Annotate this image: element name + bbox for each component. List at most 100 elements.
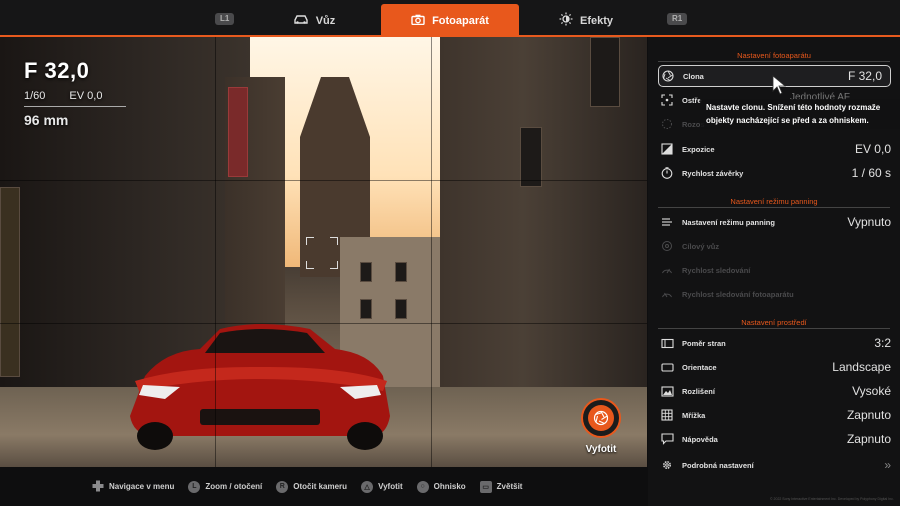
circle-button-icon: ○ xyxy=(416,480,429,493)
panning-icon xyxy=(658,215,676,229)
focal-length-readout: 96 mm xyxy=(24,112,69,128)
help-icon xyxy=(658,432,676,446)
setting-detailed[interactable]: Podrobná nastavení » xyxy=(658,454,891,476)
shutter-readout: 1/60 xyxy=(24,90,46,102)
hint-rotate-camera-label: Otočit kameru xyxy=(293,482,348,491)
sun-icon xyxy=(559,12,573,29)
setting-exposure-value: EV 0,0 xyxy=(854,142,891,156)
grid-line xyxy=(215,37,216,467)
camera-speed-icon xyxy=(658,287,676,301)
timer-icon xyxy=(658,166,676,180)
window xyxy=(360,299,372,319)
focus-icon xyxy=(658,93,676,107)
setting-aspect-ratio[interactable]: Poměr stran 3:2 xyxy=(658,332,891,354)
setting-grid-label: Mřížka xyxy=(682,410,706,420)
setting-shutter-speed-value: 1 / 60 s xyxy=(851,166,891,180)
setting-panning-mode-value: Vypnuto xyxy=(847,215,891,229)
help-tooltip: Nastavte clonu. Snížení této hodnoty roz… xyxy=(700,99,900,129)
grid-icon xyxy=(658,408,676,422)
setting-grid-value: Zapnuto xyxy=(846,408,891,422)
shutter-label: Vyfotit xyxy=(585,444,617,455)
hint-enlarge: ▭ Zvětšit xyxy=(479,480,523,493)
gear-icon xyxy=(658,458,676,472)
focus-reticle[interactable] xyxy=(306,237,338,269)
window xyxy=(395,299,407,319)
setting-aspect-ratio-label: Poměr stran xyxy=(682,338,726,348)
window xyxy=(590,37,620,107)
exposure-icon xyxy=(658,142,676,156)
setting-target-car[interactable]: Cílový vůz xyxy=(658,235,891,257)
setting-help[interactable]: Nápověda Zapnuto xyxy=(658,428,891,450)
grid-line xyxy=(431,37,432,467)
section-title-environment: Nastavení prostředí xyxy=(741,318,807,327)
grid-line xyxy=(0,323,647,324)
hint-enlarge-label: Zvětšit xyxy=(496,482,523,491)
hint-navigate-label: Navigace v menu xyxy=(109,482,175,491)
hint-rotate-camera: R Otočit kameru xyxy=(276,480,348,493)
r1-shoulder-hint[interactable]: R1 xyxy=(667,13,688,25)
camera-icon xyxy=(411,14,425,28)
tab-effects[interactable]: Efekty xyxy=(527,4,645,37)
divider xyxy=(658,328,890,329)
grid-line xyxy=(0,180,647,181)
tab-camera-label: Fotoaparát xyxy=(432,14,489,27)
setting-tracking-speed-label: Rychlost sledování xyxy=(682,265,751,275)
setting-exposure-label: Expozice xyxy=(682,144,715,154)
shutter-button[interactable] xyxy=(581,398,621,438)
aspect-ratio-icon xyxy=(658,336,676,350)
touchpad-icon: ▭ xyxy=(479,480,492,493)
setting-help-value: Zapnuto xyxy=(846,432,891,446)
setting-orientation-value: Landscape xyxy=(832,360,891,374)
aperture-shutter-icon xyxy=(588,405,614,431)
orientation-icon xyxy=(658,360,676,374)
divider xyxy=(658,207,890,208)
tab-car[interactable]: Vůz xyxy=(255,4,373,37)
hint-focus: ○ Ohnisko xyxy=(416,480,466,493)
setting-exposure[interactable]: Expozice EV 0,0 xyxy=(658,138,891,160)
section-title-camera: Nastavení fotoaparátu xyxy=(737,51,811,60)
aperture-readout: F 32,0 xyxy=(24,58,90,83)
hanging-banner xyxy=(228,87,248,177)
window xyxy=(360,262,372,282)
window xyxy=(520,127,542,187)
setting-resolution[interactable]: Rozlišení Vysoké xyxy=(658,380,891,402)
setting-resolution-value: Vysoké xyxy=(852,384,891,398)
divider xyxy=(658,61,890,62)
hint-zoom: L Zoom / otočení xyxy=(188,480,263,493)
dpad-icon xyxy=(92,480,104,494)
mouse-cursor-icon xyxy=(772,75,787,95)
setting-aperture-value: F 32,0 xyxy=(847,69,882,83)
resolution-icon xyxy=(658,384,676,398)
hint-navigate: Navigace v menu xyxy=(92,480,174,494)
hint-capture-label: Vyfotit xyxy=(378,482,403,491)
blur-icon xyxy=(658,117,676,131)
speed-icon xyxy=(658,263,676,277)
l1-shoulder-hint[interactable]: L1 xyxy=(215,13,235,25)
hint-capture: △ Vyfotit xyxy=(361,480,403,493)
hint-zoom-label: Zoom / otočení xyxy=(205,482,263,491)
setting-tracking-speed[interactable]: Rychlost sledování xyxy=(658,259,891,281)
controls-hint-bar: Navigace v menu L Zoom / otočení R Otoči… xyxy=(0,467,648,506)
hint-focus-label: Ohnisko xyxy=(433,482,466,491)
setting-orientation[interactable]: Orientace Landscape xyxy=(658,356,891,378)
copyright-notice: © 2022 Sony Interactive Entertainment In… xyxy=(770,497,894,501)
setting-camera-tracking-speed-label: Rychlost sledování fotoaparátu xyxy=(682,289,794,299)
camera-readout: F 32,0 1/60 EV 0,0 96 mm xyxy=(24,58,126,128)
setting-orientation-label: Orientace xyxy=(682,362,717,372)
setting-grid[interactable]: Mřížka Zapnuto xyxy=(658,404,891,426)
setting-panning-mode[interactable]: Nastavení režimu panning Vypnuto xyxy=(658,211,891,233)
tab-camera[interactable]: Fotoaparát xyxy=(381,4,519,37)
setting-camera-tracking-speed[interactable]: Rychlost sledování fotoaparátu xyxy=(658,283,891,305)
double-chevron-right-icon: » xyxy=(884,458,891,472)
setting-panning-mode-label: Nastavení režimu panning xyxy=(682,217,775,227)
aperture-icon xyxy=(659,69,677,83)
setting-aspect-ratio-value: 3:2 xyxy=(874,336,891,350)
setting-target-car-label: Cílový vůz xyxy=(682,241,720,251)
setting-aperture-label: Clona xyxy=(683,71,704,81)
setting-resolution-label: Rozlišení xyxy=(682,386,715,396)
car-icon xyxy=(293,14,309,27)
setting-detailed-label: Podrobná nastavení xyxy=(682,460,754,470)
triangle-button-icon: △ xyxy=(361,480,374,493)
setting-shutter-speed[interactable]: Rychlost závěrky 1 / 60 s xyxy=(658,162,891,184)
window xyxy=(395,262,407,282)
